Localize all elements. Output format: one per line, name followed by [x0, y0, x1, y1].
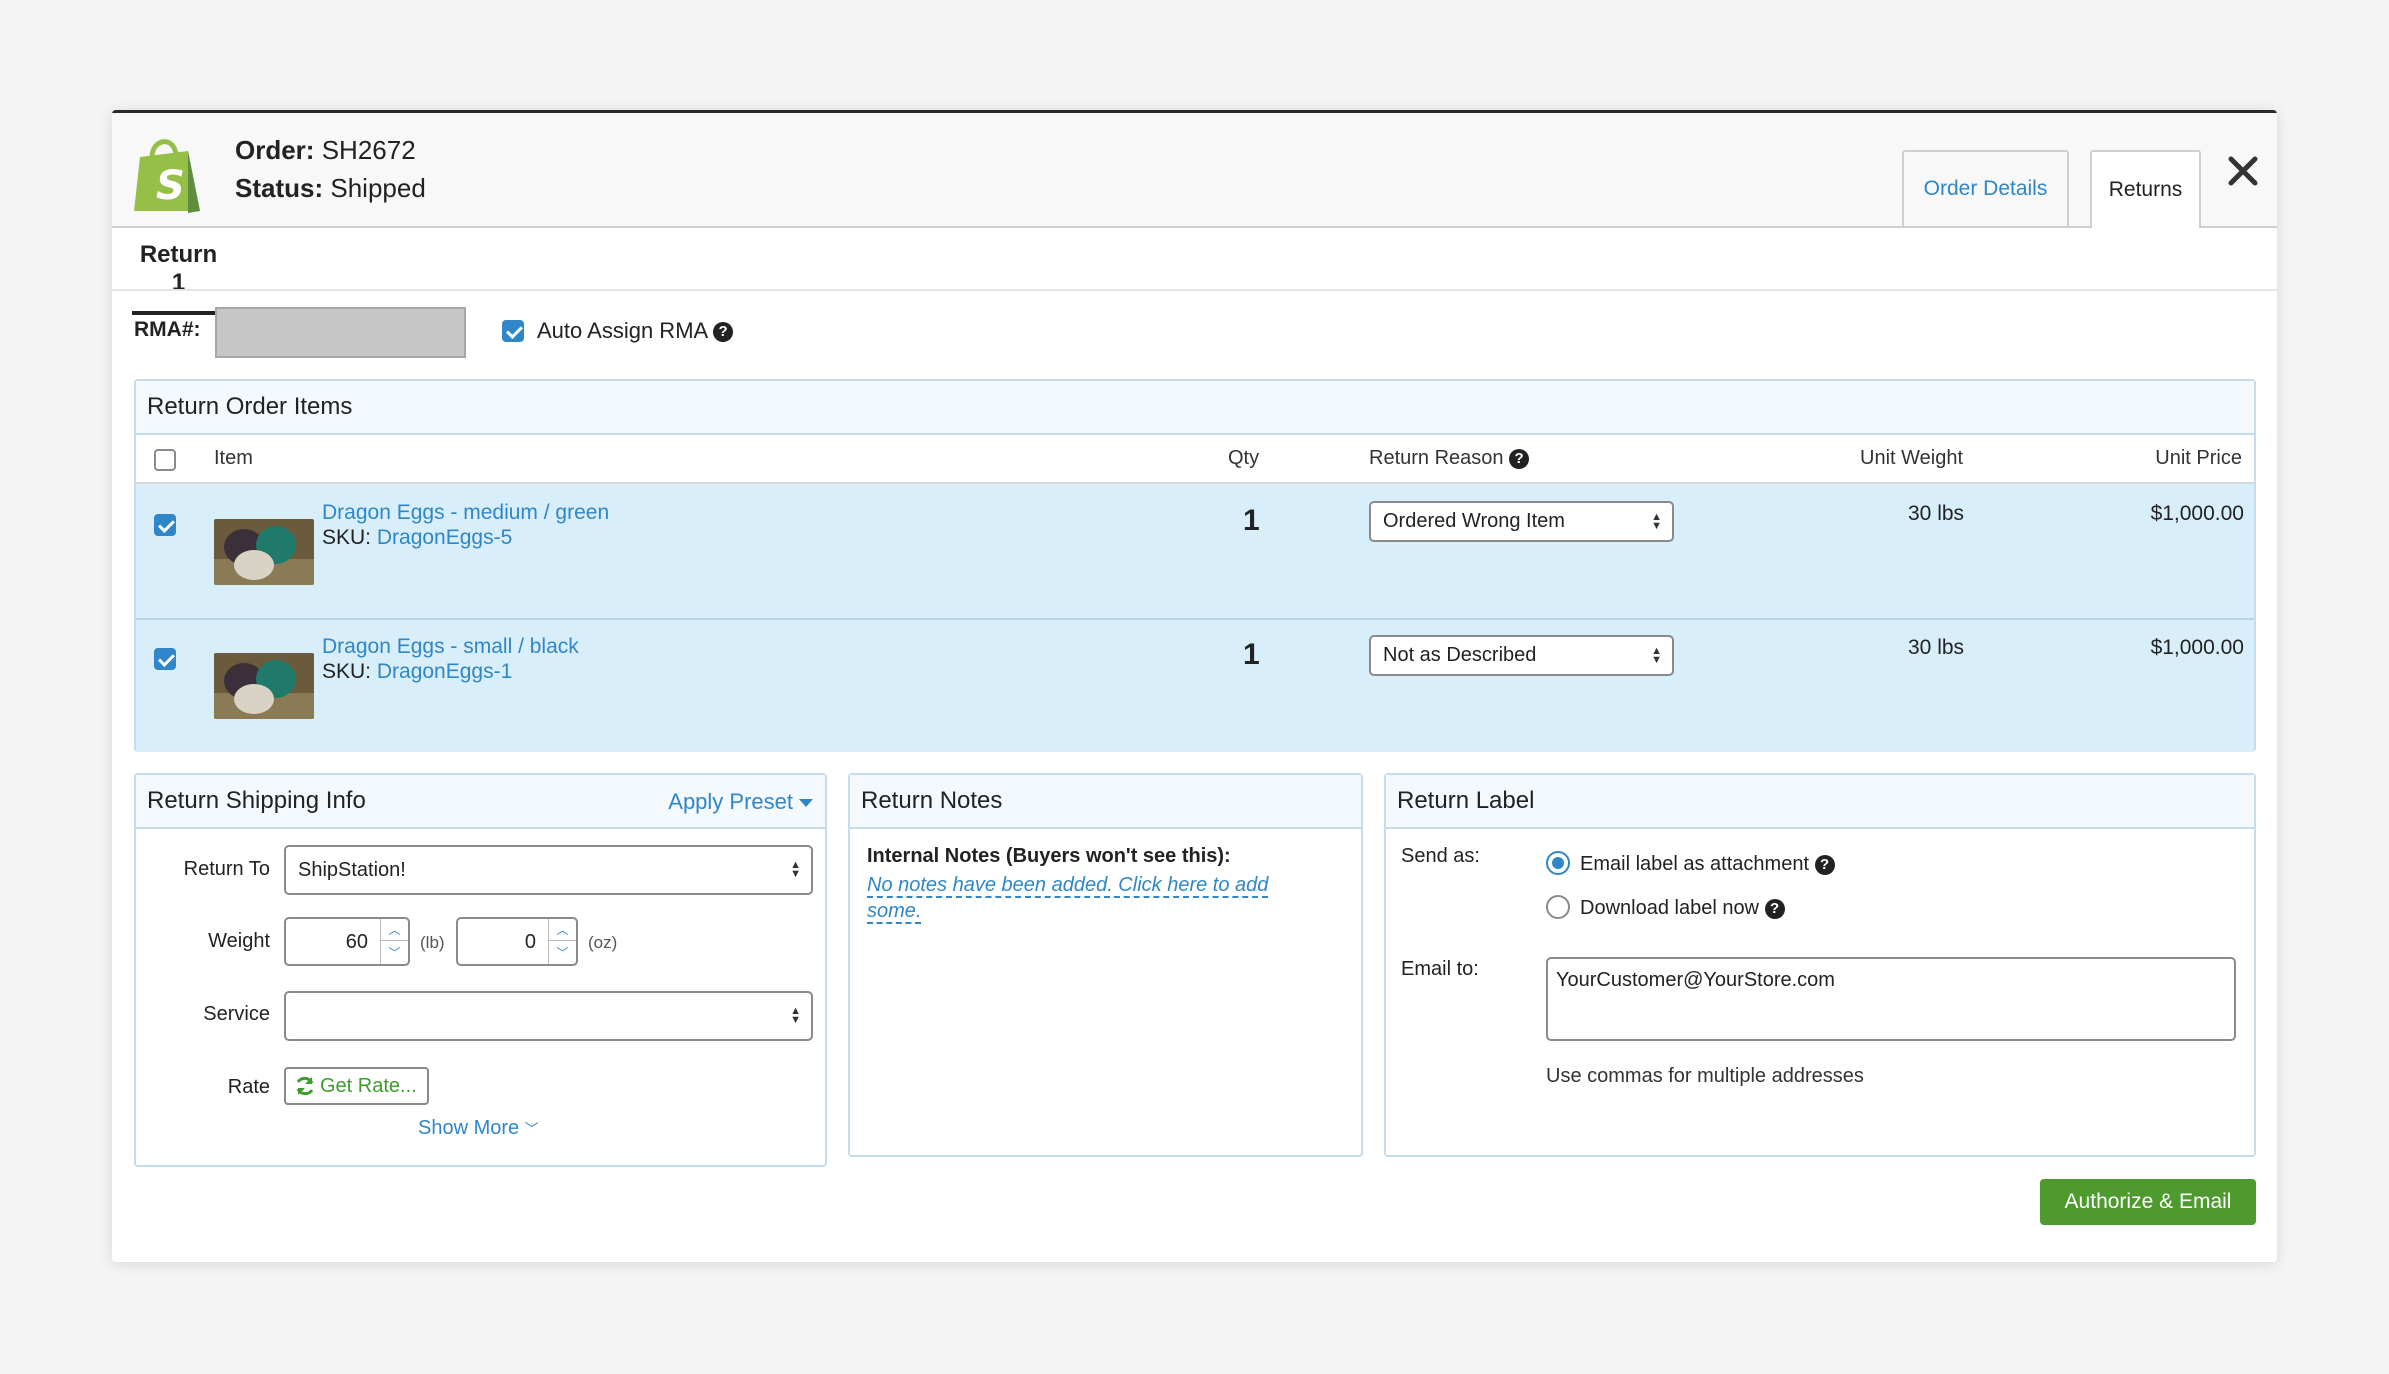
row-price: $1,000.00 — [2150, 636, 2244, 659]
product-link[interactable]: Dragon Eggs - medium / green — [322, 501, 609, 525]
select-all-checkbox[interactable] — [154, 449, 176, 471]
weight-oz-input[interactable]: 0 ︿ ﹀ — [456, 917, 578, 966]
select-arrows-icon: ▲ ▼ — [790, 859, 801, 880]
col-unit-weight: Unit Weight — [1860, 447, 1964, 469]
tab-order-details[interactable]: Order Details — [1902, 150, 2069, 226]
row-checkbox[interactable] — [154, 514, 176, 536]
email-to-input[interactable]: YourCustomer@YourStore.com — [1546, 957, 2236, 1041]
panel-title: Return Label — [1386, 775, 2254, 829]
return-items-panel: Return Order Items Item Qty Return Reaso… — [134, 379, 2256, 752]
col-item: Item — [214, 447, 253, 469]
rma-label: RMA#: — [134, 318, 201, 341]
email-to-label: Email to: — [1401, 958, 1479, 980]
show-more-link[interactable]: Show More ﹀ — [418, 1117, 539, 1140]
weight-label: Weight — [208, 930, 270, 952]
return-to-label: Return To — [183, 858, 270, 880]
subtab-divider — [112, 289, 2277, 291]
panel-title: Return Notes — [850, 775, 1361, 829]
product-sku: SKU: DragonEggs-1 — [322, 660, 513, 683]
email-hint: Use commas for multiple addresses — [1546, 1065, 1864, 1087]
svg-text:S: S — [156, 163, 185, 209]
row-weight: 30 lbs — [1908, 636, 1965, 659]
auto-assign-checkbox[interactable] — [502, 320, 524, 342]
radio-download-now[interactable] — [1546, 895, 1570, 919]
help-icon[interactable]: ? — [1509, 448, 1530, 469]
row-price: $1,000.00 — [2150, 502, 2244, 525]
email-attachment-label: Email label as attachment ? — [1580, 853, 1835, 876]
get-rate-button[interactable]: Get Rate... — [284, 1067, 429, 1105]
authorize-email-button[interactable]: Authorize & Email — [2040, 1179, 2256, 1225]
add-notes-link[interactable]: No notes have been added. Click here to … — [867, 872, 1307, 924]
lb-stepper[interactable]: ︿ ﹀ — [380, 919, 408, 964]
return-reason-select[interactable]: Not as Described ▲ ▼ — [1369, 635, 1674, 676]
row-checkbox[interactable] — [154, 648, 176, 670]
panel-title: Return Shipping Info Apply Preset — [136, 775, 825, 829]
sku-link[interactable]: DragonEggs-5 — [377, 526, 512, 549]
return-to-select[interactable]: ShipStation! ▲ ▼ — [284, 845, 813, 895]
order-status: Status: Shipped — [235, 173, 426, 203]
sku-link[interactable]: DragonEggs-1 — [377, 660, 512, 683]
shopify-bag-icon: S — [134, 139, 200, 213]
subtab-return-1[interactable]: Return 1 — [132, 241, 225, 315]
return-label-panel: Return Label Send as: Email label as att… — [1384, 773, 2256, 1157]
col-qty: Qty — [1228, 447, 1260, 469]
close-icon[interactable] — [2225, 153, 2261, 189]
refresh-icon — [296, 1076, 314, 1096]
select-arrows-icon: ▲ ▼ — [1651, 644, 1662, 666]
oz-stepper[interactable]: ︿ ﹀ — [548, 919, 576, 964]
caret-down-icon — [799, 799, 813, 808]
select-arrows-icon: ▲ ▼ — [1651, 510, 1662, 532]
row-qty: 1 — [1243, 638, 1260, 671]
service-select[interactable]: ▲ ▼ — [284, 991, 813, 1041]
apply-preset-dropdown[interactable]: Apply Preset — [668, 789, 813, 815]
chevron-down-icon: ﹀ — [524, 1121, 539, 1137]
help-icon[interactable]: ? — [1764, 898, 1785, 919]
product-link[interactable]: Dragon Eggs - small / black — [322, 635, 579, 659]
product-sku: SKU: DragonEggs-5 — [322, 526, 513, 549]
rma-input[interactable] — [215, 307, 466, 358]
product-thumbnail — [214, 519, 314, 585]
panel-title: Return Order Items — [136, 381, 2254, 435]
select-arrows-icon: ▲ ▼ — [790, 1005, 801, 1026]
radio-email-attachment[interactable] — [1546, 851, 1570, 875]
col-return-reason: Return Reason ? — [1369, 447, 1530, 470]
service-label: Service — [203, 1003, 270, 1025]
weight-lb-input[interactable]: 60 ︿ ﹀ — [284, 917, 410, 966]
return-shipping-panel: Return Shipping Info Apply Preset Return… — [134, 773, 827, 1167]
send-as-label: Send as: — [1401, 845, 1480, 867]
table-row: Dragon Eggs - small / black SKU: DragonE… — [136, 618, 2254, 752]
lb-unit: (lb) — [420, 933, 445, 952]
return-notes-panel: Return Notes Internal Notes (Buyers won'… — [848, 773, 1363, 1157]
modal-header: S Order: SH2672 Status: Shipped Order De… — [112, 113, 2277, 228]
return-modal: S Order: SH2672 Status: Shipped Order De… — [112, 110, 2277, 1262]
rate-label: Rate — [227, 1076, 270, 1098]
help-icon[interactable]: ? — [1814, 854, 1835, 875]
tab-returns[interactable]: Returns — [2090, 150, 2201, 228]
row-qty: 1 — [1243, 504, 1260, 537]
row-weight: 30 lbs — [1908, 502, 1965, 525]
oz-unit: (oz) — [588, 933, 618, 952]
internal-notes-label: Internal Notes (Buyers won't see this): — [867, 845, 1231, 867]
order-number: Order: SH2672 — [235, 135, 416, 165]
col-unit-price: Unit Price — [2155, 447, 2242, 469]
download-now-label: Download label now ? — [1580, 897, 1785, 920]
help-icon[interactable]: ? — [713, 322, 734, 343]
return-reason-select[interactable]: Ordered Wrong Item ▲ ▼ — [1369, 501, 1674, 542]
product-thumbnail — [214, 653, 314, 719]
table-row: Dragon Eggs - medium / green SKU: Dragon… — [136, 484, 2254, 618]
auto-assign-label: Auto Assign RMA ? — [537, 318, 734, 344]
